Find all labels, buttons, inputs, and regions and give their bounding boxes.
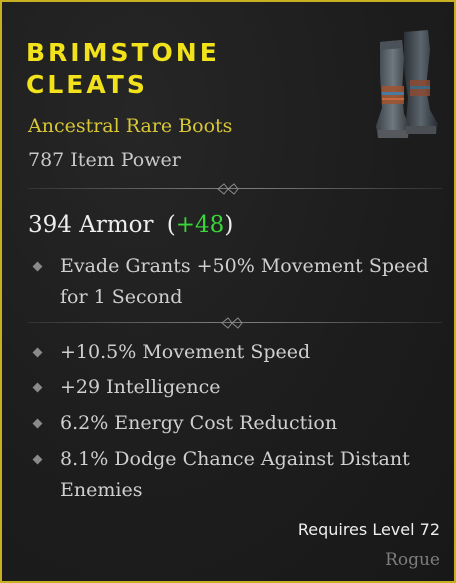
diamond-bullet-icon — [32, 418, 43, 429]
class-requirement: Rogue — [385, 550, 440, 570]
item-tooltip: Brimstone Cleats Ancestral Rare Boots 78… — [0, 0, 456, 583]
divider-ornament-icon — [221, 317, 243, 329]
affix-line: Enemies — [60, 479, 143, 501]
item-power: 787 Item Power — [28, 149, 181, 171]
level-requirement: Requires Level 72 — [297, 520, 440, 539]
section-divider — [28, 317, 442, 329]
armor-value: 394 Armor — [28, 212, 154, 238]
diamond-bullet-icon — [32, 347, 43, 358]
item-rarity: Ancestral Rare Boots — [28, 115, 233, 137]
diamond-bullet-icon — [32, 454, 43, 465]
affix: 8.1% Dodge Chance Against Distant Enemie… — [32, 444, 410, 506]
affix-line: +10.5% Movement Speed — [60, 341, 311, 363]
armor-bonus: +48 — [175, 212, 225, 238]
affix-line: for 1 Second — [60, 286, 183, 308]
implicit-affix: Evade Grants +50% Movement Speed for 1 S… — [32, 251, 429, 313]
divider-ornament-icon — [217, 183, 239, 195]
item-name: Brimstone Cleats — [26, 38, 220, 99]
affix-line: 8.1% Dodge Chance Against Distant — [60, 448, 410, 470]
armor-bonus-open: ( — [166, 212, 176, 238]
armor-bonus-close: ) — [224, 212, 234, 238]
diamond-bullet-icon — [32, 261, 43, 272]
affix-line: +29 Intelligence — [60, 376, 221, 398]
affix: 6.2% Energy Cost Reduction — [32, 408, 338, 439]
affix-line: 6.2% Energy Cost Reduction — [60, 412, 338, 434]
affix: +29 Intelligence — [32, 372, 221, 403]
affix: +10.5% Movement Speed — [32, 337, 311, 368]
diamond-bullet-icon — [32, 382, 43, 393]
armor-stat: 394 Armor (+48) — [28, 212, 233, 238]
boots-icon — [376, 30, 438, 138]
affix-line: Evade Grants +50% Movement Speed — [60, 255, 429, 277]
section-divider — [28, 183, 442, 195]
